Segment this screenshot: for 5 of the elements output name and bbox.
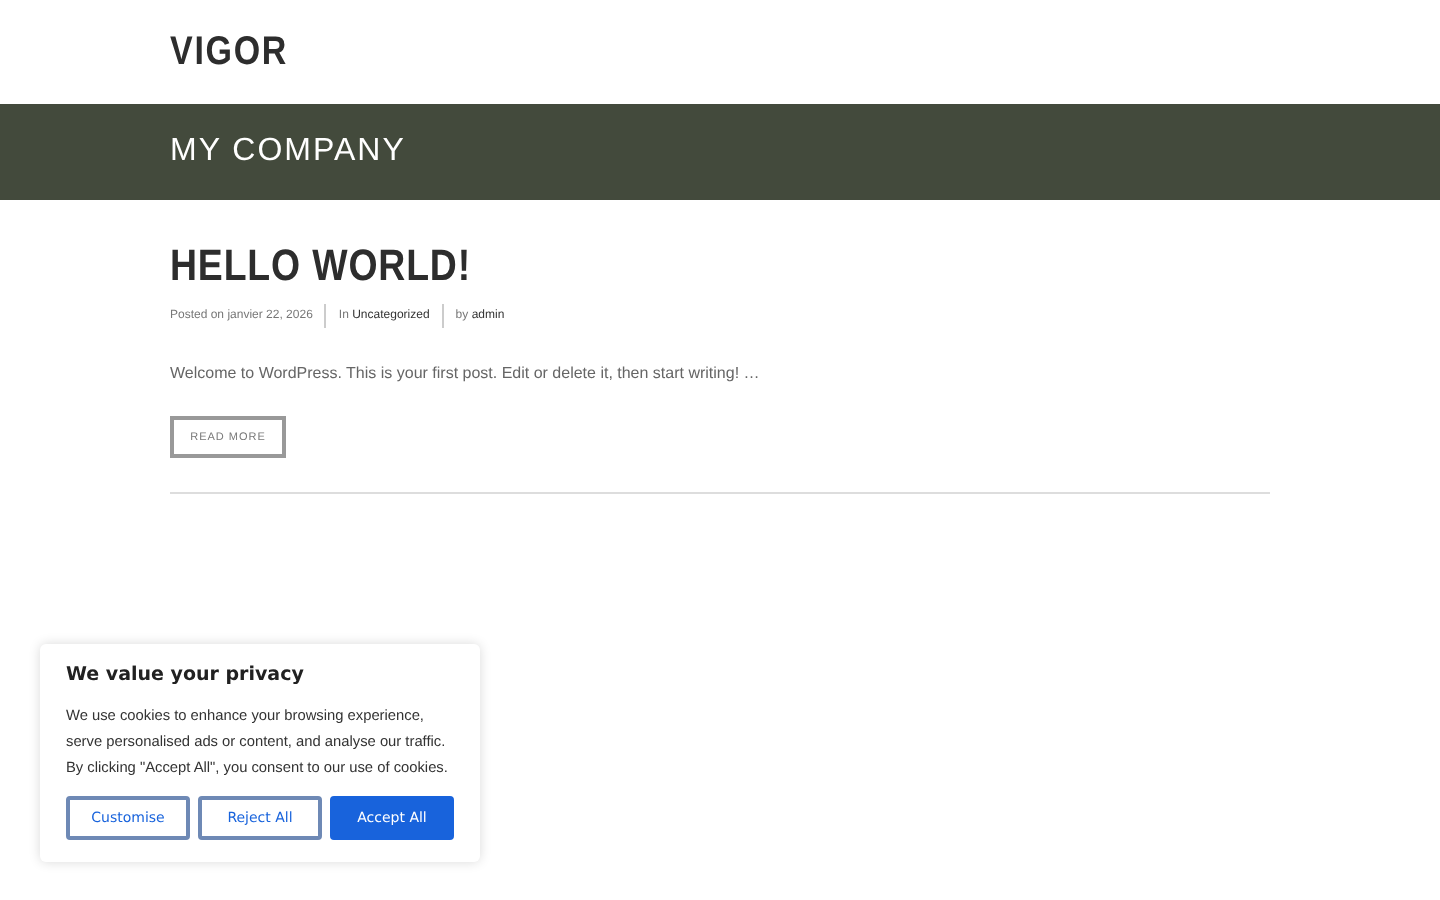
post-title[interactable]: HELLO WORLD! bbox=[170, 240, 472, 292]
post-excerpt: Welcome to WordPress. This is your first post. Edit or delete it, then start writing! … bbox=[170, 364, 762, 382]
cookie-title: We value your privacy bbox=[66, 664, 306, 686]
site-logo[interactable]: VIGOR bbox=[170, 29, 289, 75]
banner-title: MY COMPANY bbox=[170, 134, 406, 170]
